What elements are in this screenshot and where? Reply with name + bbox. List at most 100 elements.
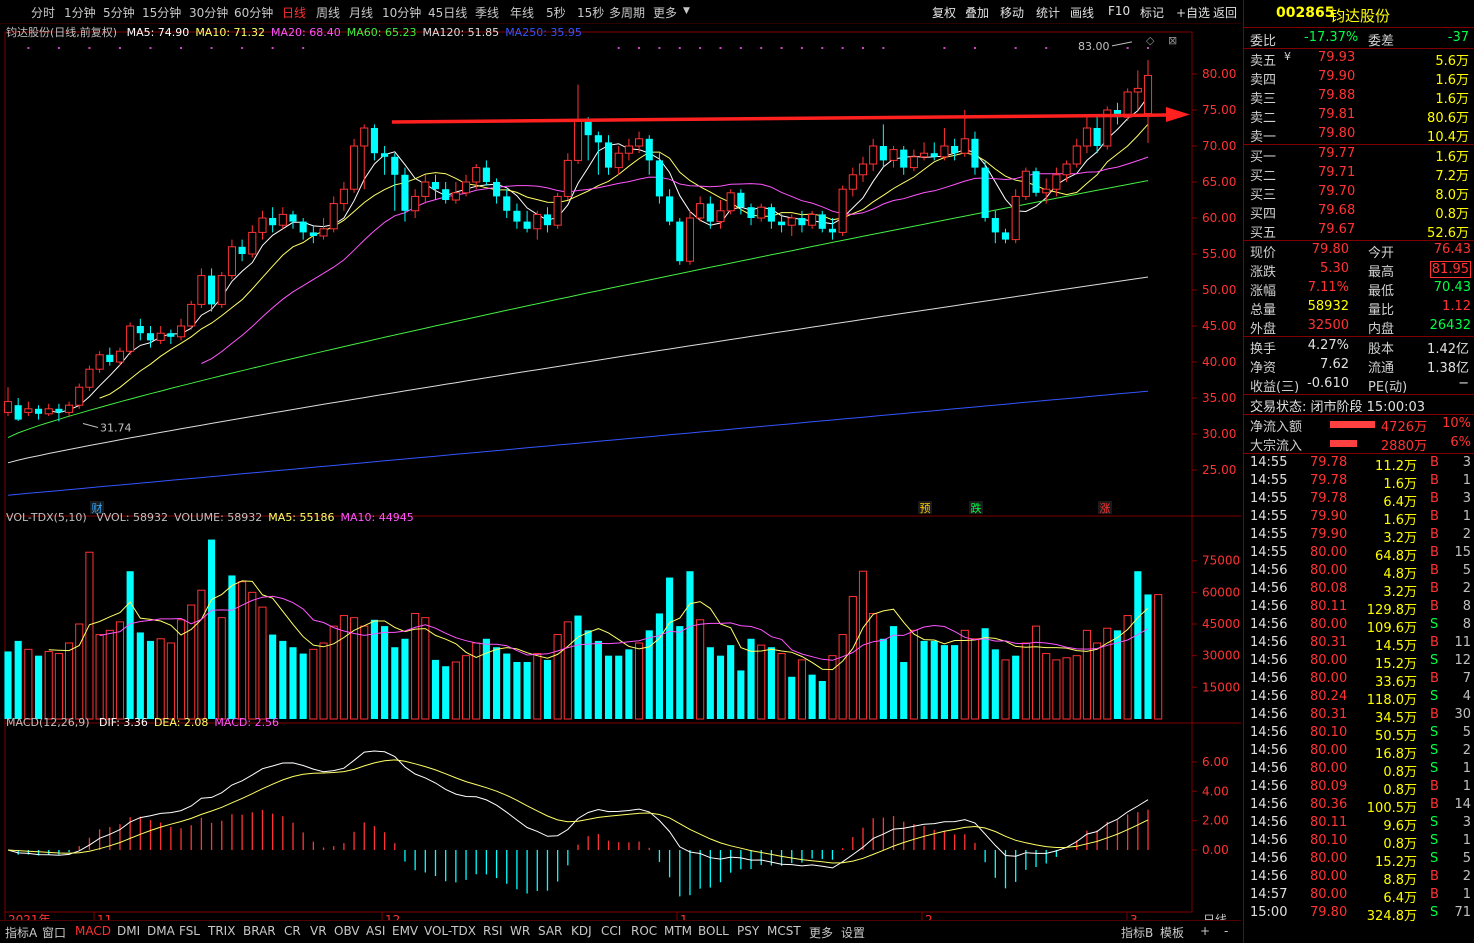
volume-bar [451,661,460,720]
sell-level-row[interactable]: 卖五 ¥79.93 5.6万 [1244,49,1474,69]
indicator-tab-10[interactable]: OBV [334,924,360,938]
stat-row: 总量 58932 量比 1.12 [1244,298,1474,318]
toolbar-action-3[interactable]: 统计 [1036,4,1060,21]
period-tab-14[interactable]: 15秒 [577,4,604,21]
indicator-tab-20[interactable]: MTM [664,924,692,938]
period-tab-12[interactable]: 年线 [510,4,534,21]
toolbar-action-5[interactable]: F10 [1108,4,1130,18]
toolbar-action-7[interactable]: +自选 [1176,4,1210,21]
period-tab-8[interactable]: 月线 [349,4,373,21]
volume-bar [777,653,786,720]
toolbar-action-2[interactable]: 移动 [1000,4,1024,21]
period-tab-9[interactable]: 10分钟 [382,4,421,21]
period-tab-1[interactable]: 1分钟 [64,4,96,21]
toolbar-action-4[interactable]: 画线 [1070,4,1094,21]
indicator-tab-25[interactable]: 设置 [841,924,865,941]
flow-bar [1330,421,1375,428]
buy-level-row[interactable]: 买五 79.67 52.6万 [1244,221,1474,241]
chart-svg[interactable]: 80.00 75.00 70.00 65.00 60.00 55.00 50.00 45.00… [0,24,1241,927]
period-tab-11[interactable]: 季线 [475,4,499,21]
indicator-tab-14[interactable]: RSI [483,924,503,938]
indicator-tab-24[interactable]: 更多 [809,924,833,941]
volume-bar [1134,571,1142,719]
indicator-tab-6[interactable]: TRIX [208,924,235,938]
period-tab-15[interactable]: 多周期 [609,4,645,21]
volume-bar [757,644,766,720]
candle-body [493,182,501,197]
tick-row: 14:56 80.00 33.6万 B 7 [1244,671,1474,690]
toolbar-action-0[interactable]: 复权 [932,4,956,21]
indicator-tab-16[interactable]: SAR [538,924,562,938]
candle-body [126,325,135,352]
buy-level-row[interactable]: 买一 79.77 1.6万 [1244,145,1474,165]
period-tab-4[interactable]: 30分钟 [189,4,228,21]
toolbar-action-1[interactable]: 叠加 [965,4,989,21]
period-tab-5[interactable]: 60分钟 [234,4,273,21]
period-tab-10[interactable]: 45日线 [428,4,467,21]
indicator-tab-0[interactable]: 指标A [5,924,37,941]
indicator-tab-17[interactable]: KDJ [571,924,592,938]
tick-time: 14:56 [1250,779,1288,794]
more-dropdown-icon[interactable]: ▼ [683,6,690,16]
indicator-tab-2[interactable]: MACD [75,924,111,938]
volume-bar [360,625,369,720]
volume-bar [1052,659,1061,720]
trend-arrow-head [1166,107,1190,122]
sell-level-row[interactable]: 卖三 79.88 1.6万 [1244,87,1474,107]
indicator-tab-21[interactable]: BOLL [698,924,729,938]
period-tab-0[interactable]: 分时 [31,4,55,21]
indicator-tab-3[interactable]: DMI [117,924,140,938]
indicator-tab-13[interactable]: VOL-TDX [424,924,476,938]
sell-level-row[interactable]: 卖一 79.80 10.4万 [1244,125,1474,145]
candle [411,189,420,218]
buy-level-row[interactable]: 买二 79.71 7.2万 [1244,164,1474,184]
candle-body [442,189,450,200]
period-tab-7[interactable]: 周线 [316,4,340,21]
indicator-tab-22[interactable]: PSY [737,924,759,938]
indicator-right-2[interactable]: + [1200,924,1210,938]
indicator-tab-4[interactable]: DMA [147,924,175,938]
sell-level-row[interactable]: 卖二 79.81 80.6万 [1244,106,1474,126]
candle [981,160,989,222]
period-tab-2[interactable]: 5分钟 [103,4,135,21]
candle [319,218,328,240]
indicator-tab-1[interactable]: 窗口 [42,924,66,941]
toolbar-action-6[interactable]: 标记 [1140,4,1164,21]
indicator-tab-9[interactable]: VR [310,924,327,938]
indicator-tab-12[interactable]: EMV [392,924,418,938]
toolbar-action-8[interactable]: 返回 [1213,4,1237,21]
indicator-tab-18[interactable]: CCI [601,924,621,938]
indicator-tab-5[interactable]: FSL [179,924,200,938]
indicator-tab-15[interactable]: WR [510,924,530,938]
period-tab-16[interactable]: 更多 [653,4,677,21]
candle [227,239,236,280]
indicator-right-3[interactable]: - [1224,924,1228,938]
indicator-right-1[interactable]: 模板 [1160,924,1184,941]
tick-row: 14:56 80.24 118.0万 S 4 [1244,689,1474,708]
buy-level-row[interactable]: 买四 79.68 0.8万 [1244,202,1474,222]
candle [787,214,796,236]
indicator-right-0[interactable]: 指标B [1121,924,1153,941]
indicator-tab-7[interactable]: BRAR [243,924,276,938]
candle-body [1052,174,1061,190]
sell-level-row[interactable]: 卖四 79.90 1.6万 [1244,68,1474,88]
period-tab-13[interactable]: 5秒 [546,4,566,21]
candle [940,128,949,161]
tick-count: 1 [1462,833,1471,848]
signal-dot [780,47,783,49]
candle-body [299,221,307,233]
indicator-tab-23[interactable]: MCST [767,924,801,938]
buy-level-row[interactable]: 买三 79.70 8.0万 [1244,183,1474,203]
candle-body [706,203,714,222]
tick-row: 14:56 80.36 100.5万 B 14 [1244,797,1474,816]
signal-dot [638,47,641,49]
period-tab-6[interactable]: 日线 [282,4,306,21]
period-tab-3[interactable]: 15分钟 [142,4,181,21]
chart-area[interactable]: 80.00 75.00 70.00 65.00 60.00 55.00 50.00 45.00… [0,24,1241,927]
indicator-tab-11[interactable]: ASI [366,924,385,938]
indicator-tab-19[interactable]: ROC [631,924,657,938]
stock-name: 钧达股份 [1330,7,1391,25]
currency-icon: ¥ [1284,50,1291,63]
indicator-tab-8[interactable]: CR [284,924,301,938]
candle [900,146,908,175]
